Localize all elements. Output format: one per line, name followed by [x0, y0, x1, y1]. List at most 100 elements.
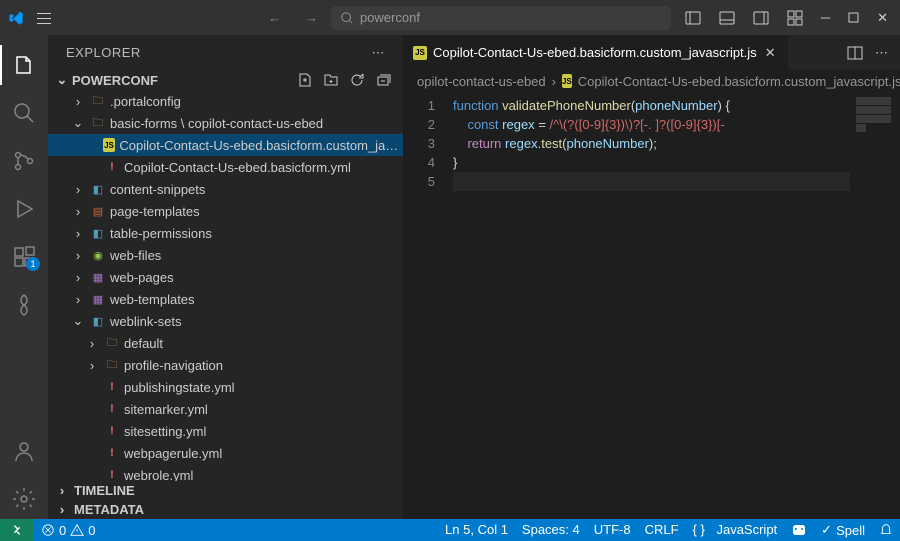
- tree-item[interactable]: ! webrole.yml: [48, 464, 403, 481]
- tree-item[interactable]: !sitemarker.yml: [48, 398, 403, 420]
- tree-label: table-permissions: [110, 226, 212, 241]
- explorer-title: EXPLORER: [66, 45, 141, 60]
- folder-icon: 🗀: [90, 93, 106, 109]
- maximize-icon[interactable]: [844, 8, 863, 27]
- tree-label: content-snippets: [110, 182, 205, 197]
- remote-indicator[interactable]: [0, 519, 34, 541]
- breadcrumb[interactable]: opilot-contact-us-ebed › JS Copilot-Cont…: [403, 70, 900, 92]
- yml-icon: !: [104, 401, 120, 417]
- tree-item[interactable]: !sitesetting.yml: [48, 420, 403, 442]
- editor-tab[interactable]: JS Copilot-Contact-Us-ebed.basicform.cus…: [403, 35, 789, 70]
- tree-item[interactable]: ›🗀profile-navigation: [48, 354, 403, 376]
- blue-icon: ◧: [90, 313, 106, 329]
- tree-item[interactable]: ›🗀default: [48, 332, 403, 354]
- js-icon: JS: [413, 46, 427, 60]
- layout-panel-icon[interactable]: [715, 6, 739, 30]
- vscode-logo-icon: [8, 10, 24, 26]
- img-icon: ▦: [90, 291, 106, 307]
- tree-item[interactable]: ›▦web-pages: [48, 266, 403, 288]
- yml-icon: !: [104, 159, 120, 175]
- yml-icon: !: [104, 379, 120, 395]
- tree-item[interactable]: ›▦web-templates: [48, 288, 403, 310]
- more-actions-icon[interactable]: ⋯: [875, 45, 888, 61]
- close-icon[interactable]: ✕: [873, 6, 892, 30]
- settings-gear-icon[interactable]: [0, 479, 48, 519]
- chevron-icon: ›: [70, 248, 86, 263]
- account-icon[interactable]: [0, 431, 48, 471]
- notifications-icon[interactable]: [872, 522, 900, 536]
- project-header[interactable]: ⌄POWERCONF: [48, 70, 403, 90]
- code-content[interactable]: function validatePhoneNumber(phoneNumber…: [453, 92, 850, 519]
- minimize-icon[interactable]: ─: [817, 6, 834, 29]
- tree-item[interactable]: !Copilot-Contact-Us-ebed.basicform.yml: [48, 156, 403, 178]
- language-mode[interactable]: { } JavaScript: [686, 522, 785, 537]
- metadata-section[interactable]: ›METADATA: [48, 500, 403, 519]
- tree-label: basic-forms \ copilot-contact-us-ebed: [110, 116, 323, 131]
- command-center[interactable]: powerconf: [331, 6, 671, 30]
- indentation[interactable]: Spaces: 4: [515, 522, 587, 537]
- refresh-icon[interactable]: [349, 72, 365, 88]
- chevron-icon: ›: [70, 226, 86, 241]
- tree-label: publishingstate.yml: [124, 380, 235, 395]
- tree-item[interactable]: ›◧table-permissions: [48, 222, 403, 244]
- yml-icon: !: [104, 445, 120, 461]
- code-editor[interactable]: 12345 function validatePhoneNumber(phone…: [403, 92, 900, 519]
- powerpages-icon[interactable]: [0, 285, 48, 325]
- tree-label: sitesetting.yml: [124, 424, 206, 439]
- split-editor-icon[interactable]: [847, 45, 863, 61]
- img-icon: ▦: [90, 269, 106, 285]
- source-control-icon[interactable]: [0, 141, 48, 181]
- file-tree: ›🗀.portalconfig⌄🗀basic-forms \ copilot-c…: [48, 90, 403, 481]
- tree-label: web-files: [110, 248, 161, 263]
- menu-icon[interactable]: [32, 6, 56, 30]
- timeline-section[interactable]: ›TIMELINE: [48, 481, 403, 500]
- layout-custom-icon[interactable]: [783, 6, 807, 30]
- tree-item[interactable]: ›◉web-files: [48, 244, 403, 266]
- orange-icon: ▤: [90, 203, 106, 219]
- encoding[interactable]: UTF-8: [587, 522, 638, 537]
- explorer-icon[interactable]: [0, 45, 48, 85]
- collapse-all-icon[interactable]: [375, 72, 391, 88]
- extensions-badge: 1: [26, 257, 40, 271]
- activity-bar: 1: [0, 35, 48, 519]
- new-folder-icon[interactable]: [323, 72, 339, 88]
- minimap[interactable]: [850, 92, 900, 519]
- tab-close-icon[interactable]: ✕: [763, 43, 778, 63]
- cursor-position[interactable]: Ln 5, Col 1: [438, 522, 515, 537]
- extensions-icon[interactable]: 1: [0, 237, 48, 277]
- tree-item[interactable]: ⌄🗀 basic-forms \ copilot-contact-us-ebed: [48, 112, 403, 134]
- chevron-icon: ⌄: [70, 115, 86, 131]
- tree-item[interactable]: ›◧content-snippets: [48, 178, 403, 200]
- tree-label: weblink-sets: [110, 314, 182, 329]
- layout-primary-icon[interactable]: [681, 6, 705, 30]
- layout-secondary-icon[interactable]: [749, 6, 773, 30]
- tree-item[interactable]: !webpagerule.yml: [48, 442, 403, 464]
- copilot-icon[interactable]: [784, 522, 814, 538]
- eol[interactable]: CRLF: [638, 522, 686, 537]
- tree-item[interactable]: JSCopilot-Contact-Us-ebed.basicform.cust…: [48, 134, 403, 156]
- tree-item[interactable]: ! publishingstate.yml: [48, 376, 403, 398]
- search-icon: [340, 11, 354, 25]
- line-numbers: 12345: [403, 92, 453, 519]
- tree-item[interactable]: ⌄◧weblink-sets: [48, 310, 403, 332]
- new-file-icon[interactable]: [297, 72, 313, 88]
- explorer-more-icon[interactable]: ⋯: [372, 45, 386, 61]
- folder-icon: 🗀: [90, 115, 106, 131]
- tree-item[interactable]: ›🗀.portalconfig: [48, 90, 403, 112]
- editor-area: JS Copilot-Contact-Us-ebed.basicform.cus…: [403, 35, 900, 519]
- nav-forward-icon[interactable]: →: [301, 6, 322, 29]
- nav-back-icon[interactable]: ←: [264, 6, 285, 29]
- folder-icon: 🗀: [104, 357, 120, 373]
- chevron-icon: ›: [70, 292, 86, 307]
- tree-label: profile-navigation: [124, 358, 223, 373]
- tree-item[interactable]: ›▤page-templates: [48, 200, 403, 222]
- chevron-icon: ›: [70, 182, 86, 197]
- problems-indicator[interactable]: 0 0: [34, 519, 102, 541]
- yml-icon: !: [104, 467, 120, 481]
- spell-check[interactable]: ✓ Spell: [814, 522, 872, 538]
- chevron-icon: ›: [70, 204, 86, 219]
- search-panel-icon[interactable]: [0, 93, 48, 133]
- run-debug-icon[interactable]: [0, 189, 48, 229]
- tree-label: webrole.yml: [124, 468, 193, 482]
- search-text: powerconf: [360, 10, 420, 25]
